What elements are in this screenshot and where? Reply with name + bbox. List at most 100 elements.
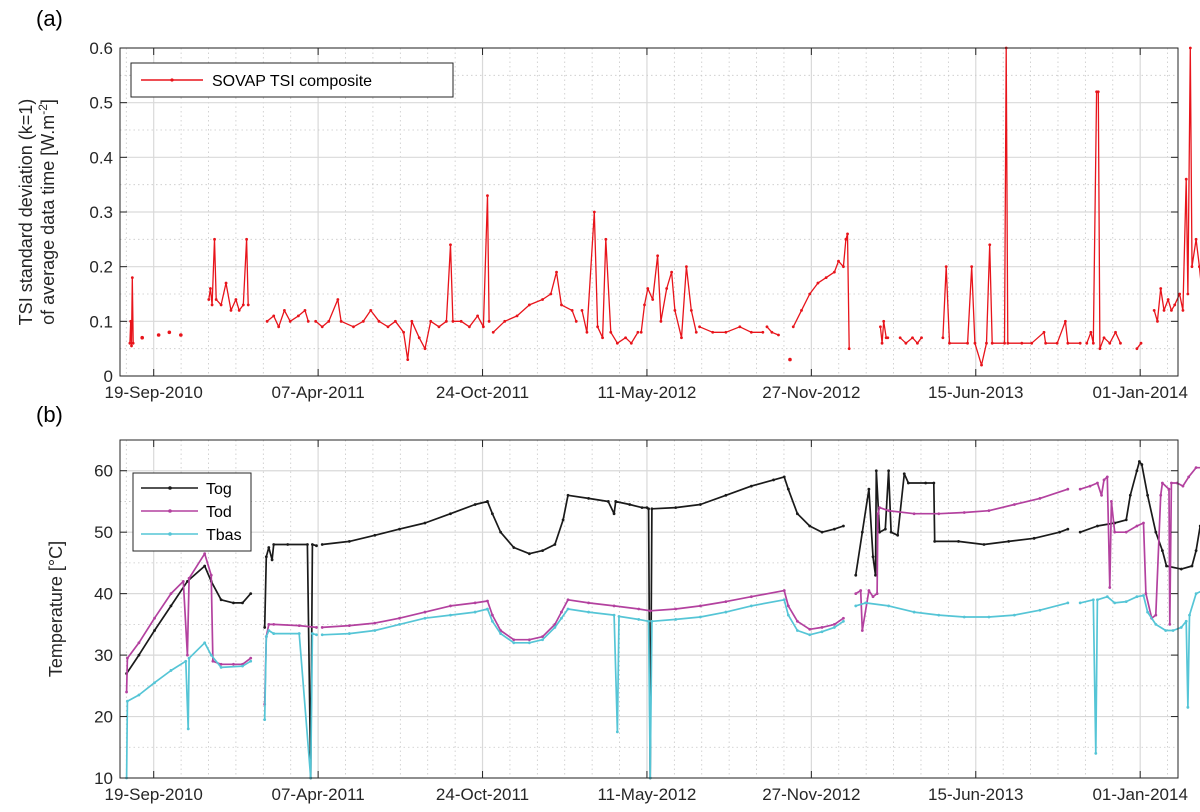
data-point: [832, 626, 836, 629]
data-point: [854, 592, 858, 596]
data-point: [207, 298, 211, 301]
data-point: [587, 496, 590, 500]
data-point: [640, 506, 644, 509]
data-point: [615, 341, 619, 345]
data-point: [883, 527, 887, 531]
data-point: [186, 727, 190, 731]
data-point: [749, 604, 753, 608]
data-point: [973, 341, 977, 345]
x-tick-label: 27-Nov-2012: [762, 785, 860, 804]
data-point: [1108, 341, 1112, 345]
data-point: [1094, 752, 1098, 755]
data-point: [1170, 481, 1173, 485]
figure: (a) 19-Sep-2010 07-Apr-2011 24-Oct-2011 11-…: [0, 0, 1200, 812]
data-point: [315, 633, 318, 637]
y-tick-label: 0.6: [89, 39, 113, 58]
data-point: [680, 336, 683, 340]
data-point: [209, 573, 213, 577]
data-point: [1006, 341, 1010, 345]
data-point: [844, 237, 848, 241]
data-point: [449, 604, 452, 608]
data-point: [1160, 481, 1164, 485]
data-point: [880, 341, 884, 345]
data-point: [237, 309, 241, 312]
data-point: [184, 659, 188, 663]
data-point: [527, 303, 531, 307]
data-point: [637, 607, 641, 611]
data-point: [1108, 586, 1112, 589]
data-point: [624, 336, 627, 340]
y-tick-label: 20: [94, 708, 113, 727]
data-point: [1135, 347, 1139, 351]
data-point: [867, 487, 871, 491]
data-point: [541, 638, 544, 642]
data-point: [320, 626, 324, 629]
data-point: [306, 319, 310, 323]
data-point: [125, 656, 129, 660]
data-point: [842, 524, 845, 528]
data-point: [213, 237, 216, 241]
data-point: [232, 601, 235, 605]
data-point: [486, 500, 489, 503]
data-point: [761, 330, 765, 334]
data-point: [1162, 309, 1166, 312]
data-point: [612, 613, 616, 617]
data-point: [1137, 460, 1141, 463]
data-point: [245, 237, 248, 241]
data-point: [347, 540, 351, 543]
panel-a-label: (a): [36, 6, 63, 31]
data-point: [800, 309, 803, 312]
data-point: [232, 662, 235, 666]
data-point: [1194, 237, 1198, 241]
data-point: [612, 604, 616, 608]
data-point: [786, 613, 790, 617]
data-point: [499, 632, 503, 635]
data-point: [512, 641, 516, 645]
data-point: [272, 314, 276, 318]
data-point: [491, 330, 495, 334]
data-point: [203, 641, 207, 645]
data-point: [1102, 478, 1106, 482]
data-point: [860, 629, 864, 632]
data-point: [749, 484, 753, 488]
data-point: [272, 622, 276, 626]
data-point: [1105, 595, 1109, 599]
data-point: [1171, 629, 1175, 632]
data-point: [211, 659, 215, 663]
data-point: [820, 630, 824, 634]
data-point: [527, 552, 531, 556]
data-point: [1128, 493, 1132, 497]
data-point: [932, 481, 936, 485]
data-point: [1167, 487, 1171, 491]
data-point: [486, 599, 489, 603]
data-point: [874, 469, 878, 473]
data-point: [587, 610, 590, 614]
data-point: [1078, 530, 1082, 534]
data-point: [896, 533, 900, 537]
data-point: [241, 664, 244, 668]
y-tick-label: 0.4: [89, 148, 113, 167]
data-point: [1102, 336, 1106, 340]
data-point: [1181, 484, 1185, 488]
data-point: [944, 265, 948, 269]
data-point: [1135, 595, 1139, 599]
data-point: [423, 521, 427, 525]
data-point: [369, 309, 373, 312]
data-point: [808, 633, 812, 637]
data-point: [277, 325, 281, 329]
data-point: [882, 319, 886, 323]
data-point: [1042, 330, 1046, 334]
data-point: [1007, 540, 1011, 543]
data-point: [606, 500, 610, 503]
data-point: [181, 579, 185, 583]
data-point: [816, 281, 820, 285]
data-point: [499, 530, 503, 534]
data-point: [924, 481, 928, 485]
data-point: [515, 314, 519, 318]
data-point: [1194, 466, 1198, 470]
data-point: [486, 607, 489, 611]
data-point: [1188, 46, 1192, 50]
data-point: [156, 333, 161, 337]
data-point: [209, 287, 212, 290]
data-point: [347, 632, 351, 635]
